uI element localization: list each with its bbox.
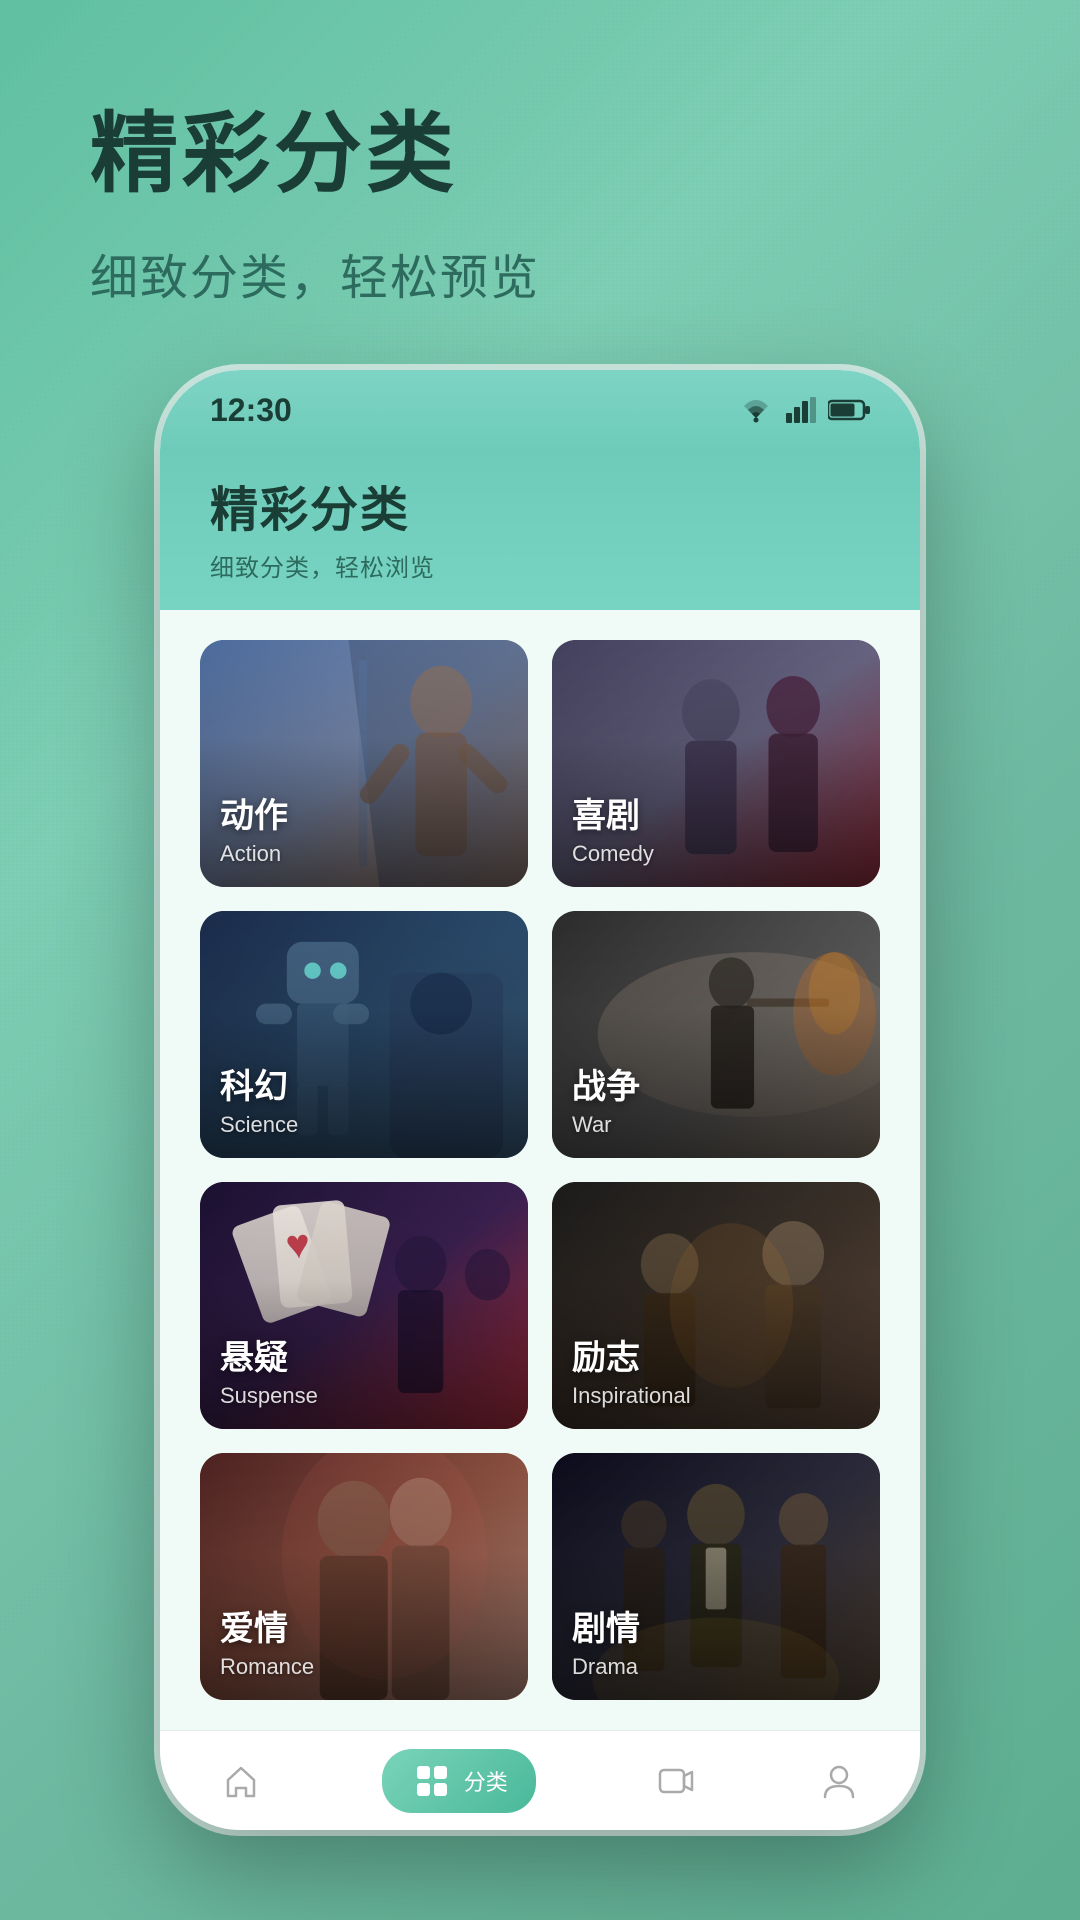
war-cn: 战争 <box>572 1059 640 1108</box>
bottom-nav: 分类 <box>160 1730 920 1830</box>
category-icon <box>410 1759 454 1803</box>
inspirational-label: 励志 Inspirational <box>572 1330 691 1409</box>
category-card-action[interactable]: 动作 Action <box>200 640 528 887</box>
war-label: 战争 War <box>572 1059 640 1138</box>
screen-header-title: 精彩分类 <box>210 470 870 540</box>
category-card-drama[interactable]: 剧情 Drama <box>552 1453 880 1700</box>
nav-active-bg: 分类 <box>382 1749 536 1813</box>
romance-cn: 爱情 <box>220 1601 314 1650</box>
suspense-label: 悬疑 Suspense <box>220 1330 318 1409</box>
suspense-en: Suspense <box>220 1383 318 1409</box>
category-card-war[interactable]: 战争 War <box>552 911 880 1158</box>
scifi-cn: 科幻 <box>220 1059 298 1108</box>
category-card-scifi[interactable]: 科幻 Science <box>200 911 528 1158</box>
action-en: Action <box>220 841 288 867</box>
comedy-cn: 喜剧 <box>572 788 654 837</box>
inspirational-en: Inspirational <box>572 1383 691 1409</box>
scifi-en: Science <box>220 1112 298 1138</box>
screen-header-subtitle: 细致分类，轻松浏览 <box>210 548 870 583</box>
suspense-cn: 悬疑 <box>220 1330 318 1379</box>
phone-screen: 12:30 <box>160 370 920 1830</box>
wifi-icon <box>738 396 774 424</box>
romance-label: 爱情 Romance <box>220 1601 314 1680</box>
category-card-suspense[interactable]: ♥ 悬疑 Suspense <box>200 1182 528 1429</box>
inspirational-cn: 励志 <box>572 1330 691 1379</box>
home-icon <box>219 1759 263 1803</box>
status-time: 12:30 <box>210 392 292 429</box>
category-card-inspirational[interactable]: 励志 Inspirational <box>552 1182 880 1429</box>
signal-icon <box>786 397 816 423</box>
comedy-label: 喜剧 Comedy <box>572 788 654 867</box>
page-subtitle: 细致分类，轻松预览 <box>90 238 540 308</box>
war-en: War <box>572 1112 640 1138</box>
category-card-comedy[interactable]: 喜剧 Comedy <box>552 640 880 887</box>
nav-item-profile[interactable] <box>817 1759 861 1803</box>
category-nav-label: 分类 <box>464 1765 508 1797</box>
nav-item-video[interactable] <box>654 1759 698 1803</box>
screen-header: 精彩分类 细致分类，轻松浏览 <box>160 450 920 610</box>
status-bar: 12:30 <box>160 370 920 450</box>
action-cn: 动作 <box>220 788 288 837</box>
page-header: 精彩分类 细致分类，轻松预览 <box>90 110 540 308</box>
nav-item-category[interactable]: 分类 <box>382 1749 536 1813</box>
status-icons <box>738 396 870 424</box>
action-label: 动作 Action <box>220 788 288 867</box>
nav-item-home[interactable] <box>219 1759 263 1803</box>
drama-label: 剧情 Drama <box>572 1601 640 1680</box>
phone-mockup: 12:30 <box>160 370 920 1830</box>
comedy-en: Comedy <box>572 841 654 867</box>
romance-en: Romance <box>220 1654 314 1680</box>
category-card-romance[interactable]: 爱情 Romance <box>200 1453 528 1700</box>
scifi-label: 科幻 Science <box>220 1059 298 1138</box>
category-grid: 动作 Action <box>160 610 920 1730</box>
drama-cn: 剧情 <box>572 1601 640 1650</box>
page-title: 精彩分类 <box>90 110 540 198</box>
video-icon <box>654 1759 698 1803</box>
profile-icon <box>817 1759 861 1803</box>
battery-icon <box>828 398 870 422</box>
drama-en: Drama <box>572 1654 640 1680</box>
